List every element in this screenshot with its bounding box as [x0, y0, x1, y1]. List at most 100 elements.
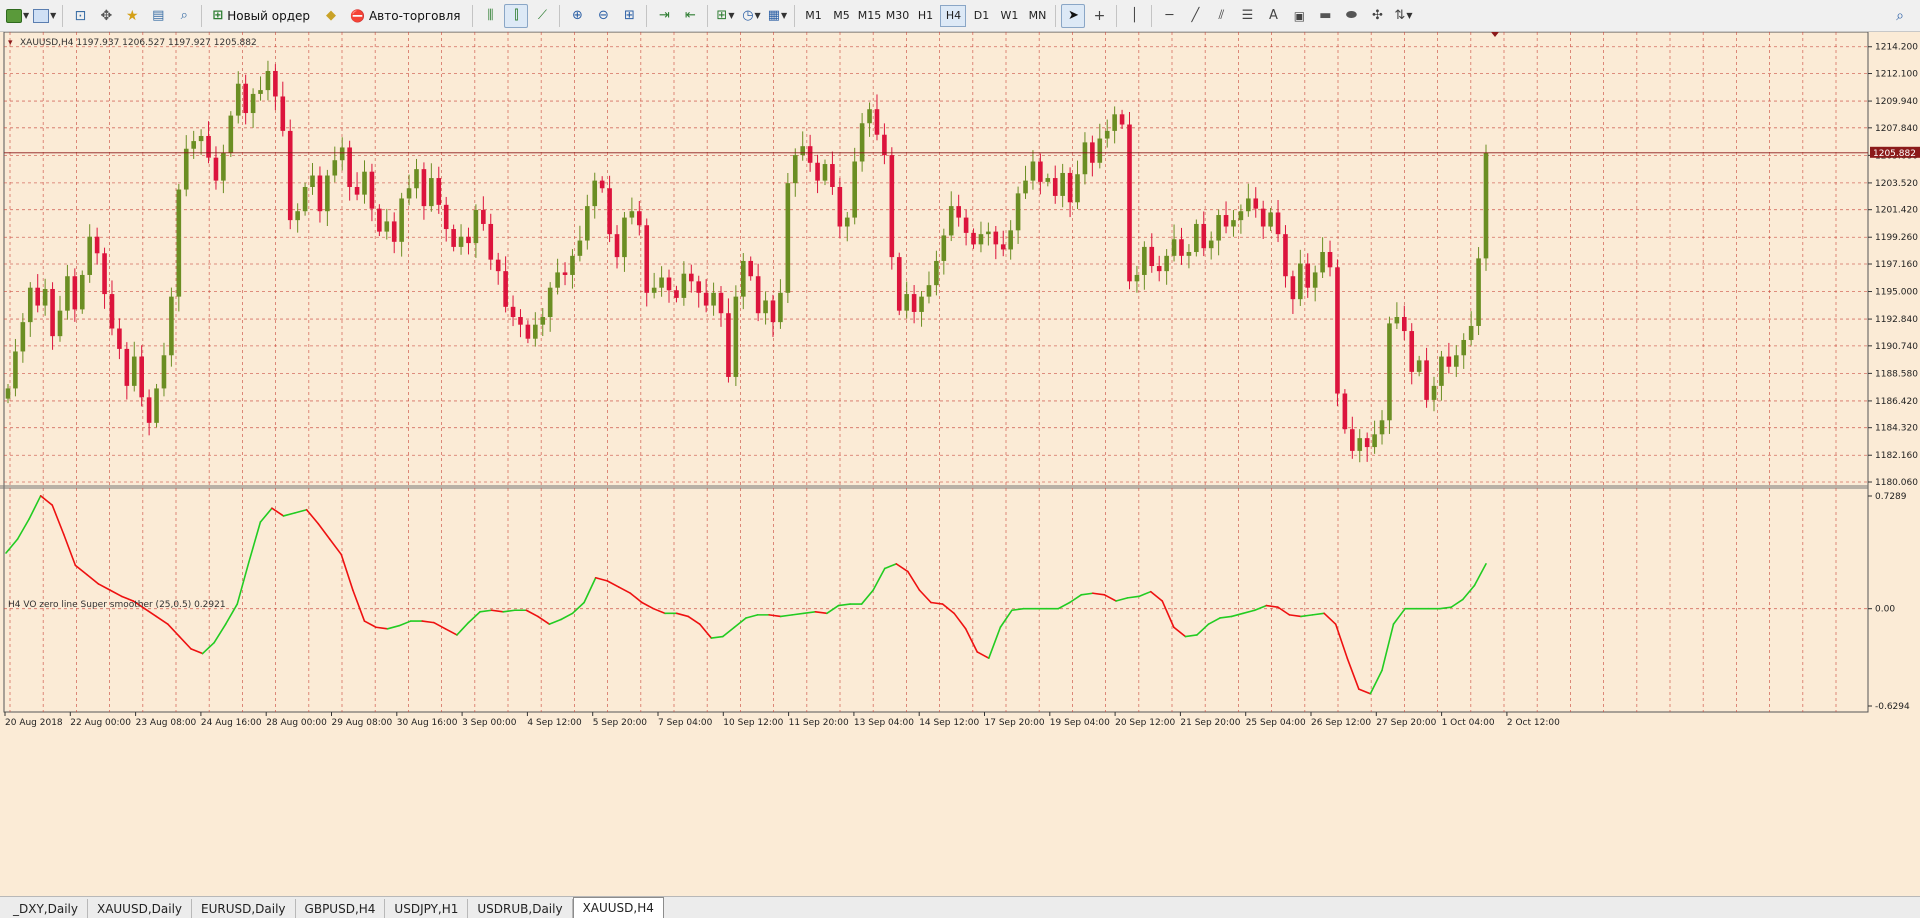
candle-bull — [183, 148, 189, 190]
candle-bear — [1052, 178, 1058, 196]
tab-usdjpy-h1[interactable]: USDJPY,H1 — [385, 899, 469, 918]
indicators-button[interactable]: ⊞ ▼ — [713, 4, 737, 28]
text-tool-icon: A — [1269, 8, 1278, 23]
rectangle-button[interactable]: ▬ — [1313, 4, 1337, 28]
tab-xauusd-h4[interactable]: XAUUSD,H4 — [572, 897, 664, 918]
candle-bear — [317, 175, 323, 212]
crosshair-button[interactable]: + — [1087, 4, 1111, 28]
auto-scroll-button[interactable]: ⇥ — [652, 4, 676, 28]
cursor-button[interactable]: ➤ — [1061, 3, 1086, 28]
new-chart-button[interactable]: ▼ — [5, 4, 30, 28]
channel-button[interactable]: ⫽ — [1209, 4, 1233, 28]
toolbar-separator — [62, 4, 64, 27]
new-order-icon: ⊞ — [212, 8, 224, 23]
time-tick-label: 22 Aug 00:00 — [70, 718, 131, 728]
text-label-button[interactable]: ▣ — [1287, 4, 1311, 28]
vertical-line-button[interactable]: │ — [1122, 4, 1146, 28]
rectangle-icon: ▬ — [1319, 8, 1332, 23]
timeframe-m30-button[interactable]: M30 — [884, 5, 910, 27]
candle-bull — [1238, 211, 1244, 221]
chart-canvas[interactable]: 1214.2001212.1001209.9401207.8401205.680… — [0, 32, 1920, 896]
metaeditor-button[interactable]: ◆ — [319, 4, 343, 28]
timeframe-m1-button[interactable]: M1 — [800, 5, 826, 27]
tab-xauusd-daily[interactable]: XAUUSD,Daily — [88, 899, 192, 918]
zoom-in-button[interactable]: ⊕ — [565, 4, 589, 28]
candle-bull — [711, 292, 716, 306]
timeframe-h4-button[interactable]: H4 — [940, 4, 967, 27]
candle-bull — [1194, 223, 1199, 253]
time-tick-label: 14 Sep 12:00 — [919, 718, 979, 728]
candle-bull — [406, 188, 412, 199]
chart-window[interactable]: 1214.2001212.1001209.9401207.8401205.680… — [0, 32, 1920, 896]
arrows-button[interactable]: ⇅ ▼ — [1391, 4, 1415, 28]
candle-bull — [42, 288, 48, 306]
candle-bear — [1424, 360, 1429, 400]
timeframe-d1-button[interactable]: D1 — [968, 5, 994, 27]
candle-bull — [429, 178, 434, 207]
candle-bear — [718, 292, 724, 314]
candle-bull — [1186, 252, 1192, 256]
data-window-button[interactable]: ✥ — [94, 4, 118, 28]
fibonacci-button[interactable]: ☰ — [1235, 4, 1259, 28]
tab-dxy-daily[interactable]: _DXY,Daily — [4, 899, 88, 918]
candle-bear — [748, 260, 754, 277]
candlestick-button[interactable]: ⫿ — [504, 3, 529, 28]
candle-bull — [1431, 385, 1437, 400]
templates-button[interactable]: ▦ ▼ — [765, 4, 789, 28]
zoom-in-icon: ⊕ — [572, 8, 583, 23]
autotrading-button[interactable]: ⛔ Авто-торговля — [345, 4, 467, 28]
line-chart-button[interactable]: ⟋ — [530, 4, 554, 28]
channel-icon: ⫽ — [1218, 8, 1225, 23]
timeframe-w1-button[interactable]: W1 — [996, 5, 1022, 27]
candle-bull — [978, 234, 984, 245]
market-watch-button[interactable]: ⊡ — [68, 4, 92, 28]
chart-info-line: XAUUSD,H4 1197.937 1206.527 1197.927 120… — [20, 38, 257, 48]
tab-eurusd-daily[interactable]: EURUSD,Daily — [192, 899, 296, 918]
candle-bull — [681, 273, 687, 298]
navigator-button[interactable]: ★ — [120, 4, 144, 28]
strategy-tester-button[interactable]: ⌕ — [172, 4, 196, 28]
candle-bull — [1082, 142, 1088, 175]
candle-bear — [607, 188, 612, 235]
text-tool-button[interactable]: A — [1261, 4, 1285, 28]
candle-bull — [325, 175, 330, 212]
gann-button[interactable]: ✣ — [1365, 4, 1389, 28]
candle-bear — [807, 146, 813, 163]
candle-bull — [1439, 356, 1444, 386]
candle-bull — [302, 186, 308, 212]
candle-bull — [1246, 198, 1251, 212]
bar-chart-button[interactable]: ⫼ — [478, 4, 502, 28]
horizontal-line-icon: ─ — [1165, 8, 1174, 23]
price-tick-label: 1214.200 — [1875, 43, 1918, 53]
ellipse-button[interactable]: ⬬ — [1339, 4, 1363, 28]
profiles-button[interactable]: ▼ — [32, 4, 57, 28]
terminal-button[interactable]: ▤ — [146, 4, 170, 28]
candle-bull — [585, 206, 590, 241]
tab-usdrub-daily[interactable]: USDRUB,Daily — [468, 899, 573, 918]
periods-button[interactable]: ◷ ▼ — [739, 4, 763, 28]
tab-gbpusd-h4[interactable]: GBPUSD,H4 — [296, 899, 386, 918]
tile-windows-button[interactable]: ⊞ — [617, 4, 641, 28]
candle-bear — [443, 204, 449, 230]
candle-bull — [1060, 172, 1065, 196]
trendline-button[interactable]: ╱ — [1183, 4, 1207, 28]
new-order-button[interactable]: ⊞ Новый ордер — [207, 4, 317, 28]
candle-bear — [896, 257, 902, 311]
timeframe-h1-button[interactable]: H1 — [912, 5, 938, 27]
price-tick-label: 1197.160 — [1875, 260, 1918, 270]
candle-bull — [65, 276, 70, 311]
timeframe-m15-button[interactable]: M15 — [856, 5, 882, 27]
candle-bull — [1112, 114, 1117, 131]
candle-bull — [1312, 272, 1318, 288]
candle-bear — [1260, 208, 1266, 227]
zoom-out-button[interactable]: ⊖ — [591, 4, 615, 28]
timeframe-mn-button[interactable]: MN — [1024, 5, 1050, 27]
toolbar-separator — [646, 4, 648, 27]
chart-shift-button[interactable]: ⇤ — [678, 4, 702, 28]
horizontal-line-button[interactable]: ─ — [1157, 4, 1181, 28]
candle-bull — [250, 93, 256, 114]
timeframe-m5-button[interactable]: M5 — [828, 5, 854, 27]
candle-bull — [852, 161, 857, 218]
search-button[interactable]: ⌕ — [1888, 4, 1912, 28]
candle-bear — [35, 287, 41, 306]
